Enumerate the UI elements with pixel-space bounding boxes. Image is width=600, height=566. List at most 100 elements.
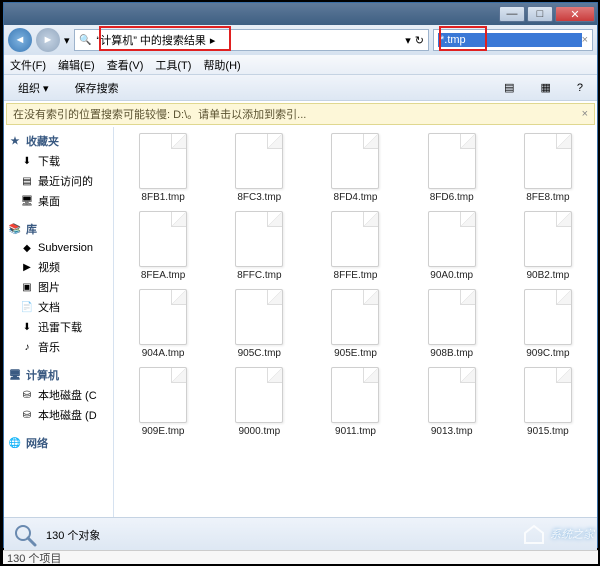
item-label: 最近访问的 bbox=[38, 173, 93, 189]
breadcrumb[interactable]: “计算机” 中的搜索结果 bbox=[97, 32, 206, 48]
sidebar-item[interactable]: 📄文档 bbox=[6, 297, 111, 317]
close-button[interactable]: ✕ bbox=[555, 6, 595, 22]
sidebar-label: 计算机 bbox=[26, 367, 59, 383]
sidebar-network[interactable]: 🌐网络 bbox=[6, 433, 111, 453]
file-name: 8FE8.tmp bbox=[526, 192, 569, 203]
file-item[interactable]: 8FFC.tmp bbox=[212, 211, 306, 281]
sidebar-label: 收藏夹 bbox=[26, 133, 59, 149]
item-icon: ▶ bbox=[20, 260, 34, 274]
item-icon: 🖥 bbox=[20, 194, 34, 208]
file-item[interactable]: 8FB1.tmp bbox=[116, 133, 210, 203]
file-item[interactable]: 9011.tmp bbox=[308, 367, 402, 437]
menu-help[interactable]: 帮助(H) bbox=[203, 57, 240, 73]
sidebar-item[interactable]: ▶ 视频 bbox=[6, 257, 111, 277]
file-item[interactable]: 904A.tmp bbox=[116, 289, 210, 359]
body: ★收藏夹 ⬇下载▤最近访问的🖥桌面 📚库 ◆Subversion▶视频▣图片📄文… bbox=[4, 127, 597, 517]
clear-search-icon[interactable]: × bbox=[582, 34, 588, 46]
item-icon: ⛁ bbox=[20, 388, 34, 402]
file-icon bbox=[139, 367, 187, 423]
sidebar-item[interactable]: ⬇迅雷下载 bbox=[6, 317, 111, 337]
sidebar-item[interactable]: ♪音乐 bbox=[6, 337, 111, 357]
navigation-bar: ◄ ► ▾ 🔍 “计算机” 中的搜索结果 ▸ ▾ ↻ × bbox=[4, 25, 597, 55]
file-item[interactable]: 8FD4.tmp bbox=[308, 133, 402, 203]
sidebar-item[interactable]: ▤最近访问的 bbox=[6, 171, 111, 191]
file-item[interactable]: 909E.tmp bbox=[116, 367, 210, 437]
file-item[interactable]: 90A0.tmp bbox=[405, 211, 499, 281]
address-drop-icon[interactable]: ▾ bbox=[405, 34, 411, 47]
item-label: 下载 bbox=[38, 153, 60, 169]
refresh-icon[interactable]: ↻ bbox=[415, 34, 424, 47]
menu-tools[interactable]: 工具(T) bbox=[155, 57, 191, 73]
save-search-button[interactable]: 保存搜索 bbox=[67, 78, 127, 98]
file-item[interactable]: 8FE8.tmp bbox=[501, 133, 595, 203]
back-button[interactable]: ◄ bbox=[8, 28, 32, 52]
file-item[interactable]: 908B.tmp bbox=[405, 289, 499, 359]
network-icon: 🌐 bbox=[8, 436, 22, 450]
preview-pane-icon[interactable]: ▦ bbox=[532, 79, 558, 96]
menu-file[interactable]: 文件(F) bbox=[10, 57, 46, 73]
item-label: 文档 bbox=[38, 299, 60, 315]
file-icon bbox=[235, 211, 283, 267]
file-icon bbox=[428, 289, 476, 345]
item-label: 视频 bbox=[38, 259, 60, 275]
menu-view[interactable]: 查看(V) bbox=[107, 57, 144, 73]
sidebar-libraries[interactable]: 📚库 bbox=[6, 219, 111, 239]
help-icon[interactable]: ? bbox=[569, 80, 591, 96]
nav-history-drop-icon[interactable]: ▾ bbox=[64, 34, 70, 47]
file-name: 8FFE.tmp bbox=[334, 270, 378, 281]
file-item[interactable]: 8FEA.tmp bbox=[116, 211, 210, 281]
sidebar-item[interactable]: ▣图片 bbox=[6, 277, 111, 297]
file-icon bbox=[524, 211, 572, 267]
item-label: 本地磁盘 (D bbox=[38, 407, 97, 423]
file-item[interactable]: 8FC3.tmp bbox=[212, 133, 306, 203]
file-name: 8FD4.tmp bbox=[334, 192, 378, 203]
info-text: 在没有索引的位置搜索可能较慢: D:\。请单击以添加到索引... bbox=[13, 106, 306, 122]
sidebar-item[interactable]: ⬇下载 bbox=[6, 151, 111, 171]
magnifier-icon bbox=[12, 522, 38, 548]
sidebar-item[interactable]: ⛁本地磁盘 (D bbox=[6, 405, 111, 425]
search-input[interactable] bbox=[438, 33, 582, 47]
address-bar[interactable]: 🔍 “计算机” 中的搜索结果 ▸ ▾ ↻ bbox=[74, 29, 429, 51]
file-icon bbox=[139, 211, 187, 267]
info-close-icon[interactable]: × bbox=[582, 108, 588, 120]
sidebar-item[interactable]: ⛁本地磁盘 (C bbox=[6, 385, 111, 405]
file-item[interactable]: 8FD6.tmp bbox=[405, 133, 499, 203]
forward-button[interactable]: ► bbox=[36, 28, 60, 52]
chevron-right-icon[interactable]: ▸ bbox=[210, 34, 216, 47]
maximize-button[interactable]: □ bbox=[527, 6, 553, 22]
file-icon bbox=[428, 133, 476, 189]
search-box[interactable]: × bbox=[433, 29, 593, 51]
file-pane: 8FB1.tmp8FC3.tmp 8FD4.tmp 8FD6.tmp 8FE8.tmp… bbox=[114, 127, 597, 517]
organize-button[interactable]: 组织 ▾ bbox=[10, 78, 57, 98]
explorer-window: — □ ✕ ◄ ► ▾ 🔍 “计算机” 中的搜索结果 ▸ ▾ ↻ × 文件(F)… bbox=[3, 2, 598, 548]
sidebar-computer[interactable]: 🖥 计算机 bbox=[6, 365, 111, 385]
info-bar[interactable]: 在没有索引的位置搜索可能较慢: D:\。请单击以添加到索引... × bbox=[6, 103, 595, 125]
view-icon[interactable]: ▤ bbox=[496, 79, 522, 96]
file-item[interactable]: 9000.tmp bbox=[212, 367, 306, 437]
sidebar-item[interactable]: ◆Subversion bbox=[6, 239, 111, 257]
item-icon: ⬇ bbox=[20, 320, 34, 334]
file-icon bbox=[524, 133, 572, 189]
titlebar: — □ ✕ bbox=[4, 3, 597, 25]
minimize-button[interactable]: — bbox=[499, 6, 525, 22]
sidebar-item[interactable]: 🖥桌面 bbox=[6, 191, 111, 211]
file-item[interactable]: 9013.tmp bbox=[405, 367, 499, 437]
sidebar-favorites[interactable]: ★ 收藏夹 bbox=[6, 131, 111, 151]
file-name: 905E.tmp bbox=[334, 348, 377, 359]
file-item[interactable]: 8FFE.tmp bbox=[308, 211, 402, 281]
file-item[interactable]: 905E.tmp bbox=[308, 289, 402, 359]
menu-edit[interactable]: 编辑(E) bbox=[58, 57, 95, 73]
file-icon bbox=[331, 367, 379, 423]
computer-icon: 🖥 bbox=[8, 368, 22, 382]
star-icon: ★ bbox=[8, 134, 22, 148]
footer-bar: 130 个项目 bbox=[3, 550, 598, 564]
file-icon bbox=[524, 367, 572, 423]
file-item[interactable]: 909C.tmp bbox=[501, 289, 595, 359]
file-icon bbox=[235, 289, 283, 345]
sidebar: ★收藏夹 ⬇下载▤最近访问的🖥桌面 📚库 ◆Subversion▶视频▣图片📄文… bbox=[4, 127, 114, 517]
file-item[interactable]: 9015.tmp bbox=[501, 367, 595, 437]
file-icon bbox=[524, 289, 572, 345]
file-item[interactable]: 905C.tmp bbox=[212, 289, 306, 359]
file-name: 909E.tmp bbox=[142, 426, 185, 437]
file-item[interactable]: 90B2.tmp bbox=[501, 211, 595, 281]
